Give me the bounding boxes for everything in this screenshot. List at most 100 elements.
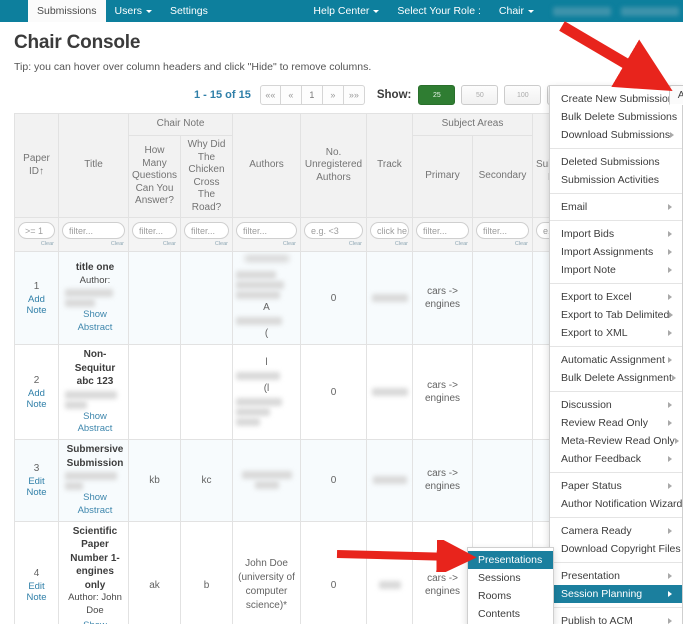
page-tip-text: Tip: you can hover over column headers a… [14, 61, 372, 73]
menu-item-bulk-delete-submissions[interactable]: Bulk Delete Submissions [550, 108, 682, 126]
filter-clear-paper-id[interactable]: Clear [18, 241, 55, 247]
submission-title[interactable]: title one [65, 261, 125, 275]
menu-item-author-feedback[interactable]: Author Feedback [550, 450, 682, 468]
column-header-secondary[interactable]: Secondary [472, 135, 533, 218]
chevron-right-icon [670, 132, 675, 138]
menu-item-deleted-submissions[interactable]: Deleted Submissions [550, 153, 682, 171]
filter-clear-authors[interactable]: Clear [236, 241, 297, 247]
menu-item-export-to-excel[interactable]: Export to Excel [550, 288, 682, 306]
filter-clear-track[interactable]: Clear [370, 241, 409, 247]
filter-clear-how-many-questions[interactable]: Clear [132, 241, 177, 247]
pagination-last-button[interactable]: »» [343, 85, 365, 105]
menu-item-camera-ready[interactable]: Camera Ready [550, 522, 682, 540]
redacted-author-1 [65, 289, 113, 298]
column-header-track[interactable]: Track [366, 113, 413, 218]
pagination-first-button[interactable]: «« [259, 85, 281, 105]
filter-input-secondary[interactable]: filter... [476, 222, 529, 239]
filter-input-why-did-chicken[interactable]: filter... [184, 222, 229, 239]
menu-item-bulk-delete-assignment[interactable]: Bulk Delete Assignment [550, 369, 682, 387]
filter-input-how-many-questions[interactable]: filter... [132, 222, 177, 239]
filter-clear-primary[interactable]: Clear [416, 241, 469, 247]
submission-title[interactable]: Non-Sequitur abc 123 [65, 348, 125, 389]
submission-title[interactable]: Submersive Submission [65, 443, 125, 470]
nav-item-users-label: Users [114, 4, 142, 17]
submenu-item-rooms[interactable]: Rooms [468, 587, 553, 605]
page-size-25-button[interactable]: 25 [418, 85, 456, 105]
filter-input-title[interactable]: filter... [62, 222, 125, 239]
menu-item-download-copyright-files[interactable]: Download Copyright Files [550, 540, 682, 558]
menu-item-export-to-tab-delimited[interactable]: Export to Tab Delimited [550, 306, 682, 324]
authors-prefix: A [263, 302, 270, 313]
column-header-how-many-questions[interactable]: How Many Questions Can You Answer? [128, 135, 181, 218]
page-title: Chair Console [14, 32, 141, 53]
sort-ascending-icon: ↑ [39, 165, 44, 177]
menu-item-import-note[interactable]: Import Note [550, 261, 682, 279]
menu-item-discussion[interactable]: Discussion [550, 396, 682, 414]
redacted-track [371, 294, 408, 302]
submission-title[interactable]: Scientific Paper Number 1- engines only [65, 525, 125, 593]
menu-item-review-read-only[interactable]: Review Read Only [550, 414, 682, 432]
menu-item-paper-status[interactable]: Paper Status [550, 477, 682, 495]
nav-item-help-center[interactable]: Help Center [304, 0, 388, 22]
menu-item-download-submissions[interactable]: Download Submissions [550, 126, 682, 144]
edit-note-link[interactable]: Edit Note [18, 476, 55, 498]
column-header-why-did-chicken[interactable]: Why Did The Chicken Cross The Road? [180, 135, 233, 218]
show-abstract-link[interactable]: Show Abstract [65, 309, 125, 335]
nav-item-users[interactable]: Users [106, 0, 161, 22]
nav-label-select-your-role-text: Select Your Role : [397, 4, 481, 17]
pagination-page-1-button[interactable]: 1 [301, 85, 323, 105]
filter-input-track[interactable]: click he [370, 222, 409, 239]
menu-item-email[interactable]: Email [550, 198, 682, 216]
column-header-primary[interactable]: Primary [412, 135, 473, 218]
show-abstract-link[interactable]: Show Abstract [65, 620, 125, 624]
menu-item-session-planning[interactable]: Session Planning [550, 585, 682, 603]
chevron-right-icon [668, 249, 672, 255]
column-header-paper-id[interactable]: Paper ID↑ [14, 113, 59, 218]
cell-no-unregistered-authors: 0 [300, 520, 367, 624]
filter-input-no-unregistered-authors[interactable]: e.g. <3 [304, 222, 363, 239]
redacted-track [378, 581, 401, 590]
page-size-50-button[interactable]: 50 [461, 85, 499, 105]
pagination-next-button[interactable]: » [322, 85, 344, 105]
nav-item-redacted-2[interactable] [621, 6, 679, 16]
nav-item-redacted-1[interactable] [553, 6, 611, 16]
filter-input-authors[interactable]: filter... [236, 222, 297, 239]
menu-item-meta-review-read-only[interactable]: Meta-Review Read Only [550, 432, 682, 450]
menu-item-presentation[interactable]: Presentation [550, 567, 682, 585]
menu-item-author-notification-wizard[interactable]: Author Notification Wizard [550, 495, 682, 513]
filter-input-primary[interactable]: filter... [416, 222, 469, 239]
pagination-prev-button[interactable]: « [280, 85, 302, 105]
menu-item-create-new-submission[interactable]: Create New Submission [550, 90, 682, 108]
cell-no-unregistered-authors: 0 [300, 251, 367, 345]
menu-separator [550, 148, 682, 149]
menu-item-label: Import Note [561, 264, 616, 276]
menu-item-import-assignments[interactable]: Import Assignments [550, 243, 682, 261]
nav-item-settings-label: Settings [169, 4, 208, 17]
filter-clear-secondary[interactable]: Clear [476, 241, 529, 247]
filter-clear-title[interactable]: Clear [62, 241, 125, 247]
column-header-authors[interactable]: Authors [232, 113, 301, 218]
menu-item-submission-activities[interactable]: Submission Activities [550, 171, 682, 189]
actions-button[interactable]: Actions [668, 85, 683, 105]
nav-item-role-chair[interactable]: Chair [490, 0, 543, 22]
filter-input-paper-id[interactable]: >= 1 [18, 222, 55, 239]
menu-item-import-bids[interactable]: Import Bids [550, 225, 682, 243]
edit-note-link[interactable]: Edit Note [18, 581, 55, 603]
menu-item-export-to-xml[interactable]: Export to XML [550, 324, 682, 342]
show-abstract-link[interactable]: Show Abstract [65, 492, 125, 518]
add-note-link[interactable]: Add Note [18, 388, 55, 410]
filter-clear-why-did-chicken[interactable]: Clear [184, 241, 229, 247]
filter-clear-no-unregistered-authors[interactable]: Clear [304, 241, 363, 247]
show-abstract-link[interactable]: Show Abstract [65, 411, 125, 437]
nav-item-submissions[interactable]: Submissions [28, 0, 106, 22]
column-header-no-unregistered-authors[interactable]: No. Unregistered Authors [300, 113, 367, 218]
menu-item-publish-to-acm[interactable]: Publish to ACM [550, 612, 682, 624]
submenu-item-contents[interactable]: Contents [468, 605, 553, 623]
menu-item-automatic-assignment[interactable]: Automatic Assignment [550, 351, 682, 369]
nav-item-settings[interactable]: Settings [161, 0, 217, 22]
submenu-item-presentations[interactable]: Presentations [468, 551, 553, 569]
page-size-100-button[interactable]: 100 [504, 85, 542, 105]
column-header-title[interactable]: Title [58, 113, 129, 218]
add-note-link[interactable]: Add Note [18, 294, 55, 316]
submenu-item-sessions[interactable]: Sessions [468, 569, 553, 587]
